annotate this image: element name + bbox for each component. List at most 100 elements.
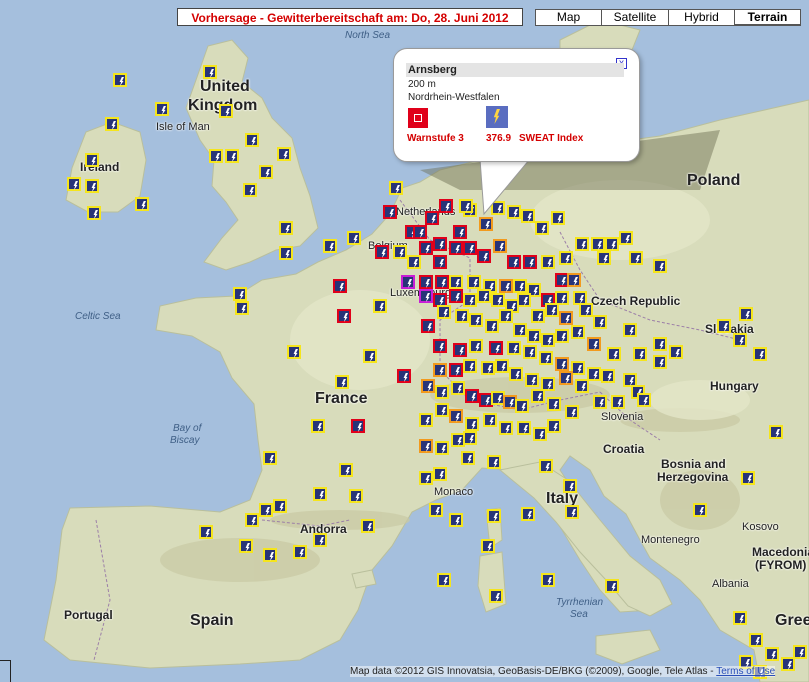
storm-warning-marker-icon[interactable] — [541, 573, 555, 587]
storm-warning-marker-icon[interactable] — [539, 459, 553, 473]
storm-warning-marker-icon[interactable] — [619, 231, 633, 245]
storm-warning-marker-icon[interactable] — [279, 221, 293, 235]
storm-warning-marker-icon[interactable] — [669, 345, 683, 359]
storm-warning-marker-icon[interactable] — [85, 179, 99, 193]
storm-warning-marker-icon[interactable] — [607, 347, 621, 361]
storm-warning-marker-icon[interactable] — [633, 347, 647, 361]
storm-warning-marker-icon[interactable] — [259, 165, 273, 179]
storm-warning-marker-icon[interactable] — [733, 333, 747, 347]
storm-warning-marker-icon[interactable] — [419, 439, 433, 453]
storm-warning-marker-icon[interactable] — [587, 367, 601, 381]
storm-warning-marker-icon[interactable] — [717, 319, 731, 333]
storm-warning-marker-icon[interactable] — [245, 133, 259, 147]
storm-warning-marker-icon[interactable] — [451, 381, 465, 395]
storm-warning-marker-icon[interactable] — [433, 255, 447, 269]
storm-warning-marker-icon[interactable] — [455, 309, 469, 323]
storm-warning-marker-icon[interactable] — [245, 513, 259, 527]
storm-warning-marker-icon[interactable] — [85, 153, 99, 167]
storm-warning-marker-icon[interactable] — [555, 329, 569, 343]
storm-warning-marker-icon[interactable] — [407, 255, 421, 269]
storm-warning-marker-icon[interactable] — [277, 147, 291, 161]
storm-warning-marker-icon[interactable] — [469, 313, 483, 327]
storm-warning-marker-icon[interactable] — [547, 397, 561, 411]
storm-warning-marker-icon[interactable] — [449, 289, 463, 303]
storm-warning-marker-icon[interactable] — [453, 343, 467, 357]
storm-warning-marker-icon[interactable] — [419, 241, 433, 255]
storm-warning-marker-icon[interactable] — [273, 499, 287, 513]
storm-warning-marker-icon[interactable] — [551, 211, 565, 225]
storm-warning-marker-icon[interactable] — [653, 337, 667, 351]
storm-warning-marker-icon[interactable] — [259, 503, 273, 517]
storm-warning-marker-icon[interactable] — [419, 413, 433, 427]
storm-warning-marker-icon[interactable] — [531, 309, 545, 323]
storm-warning-marker-icon[interactable] — [397, 369, 411, 383]
storm-warning-marker-icon[interactable] — [517, 421, 531, 435]
storm-warning-marker-icon[interactable] — [541, 255, 555, 269]
storm-warning-marker-icon[interactable] — [653, 355, 667, 369]
storm-warning-marker-icon[interactable] — [605, 579, 619, 593]
storm-warning-marker-icon[interactable] — [733, 611, 747, 625]
storm-warning-marker-icon[interactable] — [243, 183, 257, 197]
storm-warning-marker-icon[interactable] — [781, 657, 795, 671]
storm-warning-marker-icon[interactable] — [571, 325, 585, 339]
storm-warning-marker-icon[interactable] — [419, 289, 433, 303]
storm-warning-marker-icon[interactable] — [419, 471, 433, 485]
storm-warning-marker-icon[interactable] — [513, 323, 527, 337]
storm-warning-marker-icon[interactable] — [545, 303, 559, 317]
storm-warning-marker-icon[interactable] — [313, 487, 327, 501]
storm-warning-marker-icon[interactable] — [533, 427, 547, 441]
storm-warning-marker-icon[interactable] — [579, 303, 593, 317]
storm-warning-marker-icon[interactable] — [439, 199, 453, 213]
storm-warning-marker-icon[interactable] — [433, 339, 447, 353]
storm-warning-marker-icon[interactable] — [435, 403, 449, 417]
storm-warning-marker-icon[interactable] — [523, 345, 537, 359]
storm-warning-marker-icon[interactable] — [419, 275, 433, 289]
storm-warning-marker-icon[interactable] — [487, 509, 501, 523]
storm-warning-marker-icon[interactable] — [623, 323, 637, 337]
storm-warning-marker-icon[interactable] — [693, 503, 707, 517]
storm-warning-marker-icon[interactable] — [521, 507, 535, 521]
storm-warning-marker-icon[interactable] — [87, 206, 101, 220]
storm-warning-marker-icon[interactable] — [541, 333, 555, 347]
storm-warning-marker-icon[interactable] — [535, 221, 549, 235]
storm-warning-marker-icon[interactable] — [559, 251, 573, 265]
storm-warning-marker-icon[interactable] — [499, 421, 513, 435]
storm-warning-marker-icon[interactable] — [539, 351, 553, 365]
storm-warning-marker-icon[interactable] — [135, 197, 149, 211]
storm-warning-marker-icon[interactable] — [219, 104, 233, 118]
storm-warning-marker-icon[interactable] — [435, 385, 449, 399]
storm-warning-marker-icon[interactable] — [489, 341, 503, 355]
storm-warning-marker-icon[interactable] — [463, 293, 477, 307]
storm-warning-marker-icon[interactable] — [559, 371, 573, 385]
storm-warning-marker-icon[interactable] — [361, 519, 375, 533]
storm-warning-marker-icon[interactable] — [347, 231, 361, 245]
storm-warning-marker-icon[interactable] — [481, 539, 495, 553]
storm-warning-marker-icon[interactable] — [765, 647, 779, 661]
storm-warning-marker-icon[interactable] — [465, 417, 479, 431]
storm-warning-marker-icon[interactable] — [741, 471, 755, 485]
storm-warning-marker-icon[interactable] — [515, 399, 529, 413]
storm-warning-marker-icon[interactable] — [563, 479, 577, 493]
storm-warning-marker-icon[interactable] — [233, 287, 247, 301]
storm-warning-marker-icon[interactable] — [571, 361, 585, 375]
storm-warning-marker-icon[interactable] — [565, 505, 579, 519]
map-type-hybrid-button[interactable]: Hybrid — [668, 9, 735, 26]
storm-warning-marker-icon[interactable] — [463, 431, 477, 445]
storm-warning-marker-icon[interactable] — [225, 149, 239, 163]
storm-warning-marker-icon[interactable] — [333, 279, 347, 293]
storm-warning-marker-icon[interactable] — [383, 205, 397, 219]
storm-warning-marker-icon[interactable] — [337, 309, 351, 323]
storm-warning-marker-icon[interactable] — [483, 413, 497, 427]
storm-warning-marker-icon[interactable] — [559, 311, 573, 325]
map-type-map-button[interactable]: Map — [535, 9, 602, 26]
storm-warning-marker-icon[interactable] — [351, 419, 365, 433]
storm-warning-marker-icon[interactable] — [753, 347, 767, 361]
storm-warning-marker-icon[interactable] — [567, 273, 581, 287]
storm-warning-marker-icon[interactable] — [105, 117, 119, 131]
storm-warning-marker-icon[interactable] — [339, 463, 353, 477]
storm-warning-marker-icon[interactable] — [235, 301, 249, 315]
storm-warning-marker-icon[interactable] — [435, 275, 449, 289]
storm-warning-marker-icon[interactable] — [793, 645, 807, 659]
storm-warning-marker-icon[interactable] — [67, 177, 81, 191]
storm-warning-marker-icon[interactable] — [311, 419, 325, 433]
